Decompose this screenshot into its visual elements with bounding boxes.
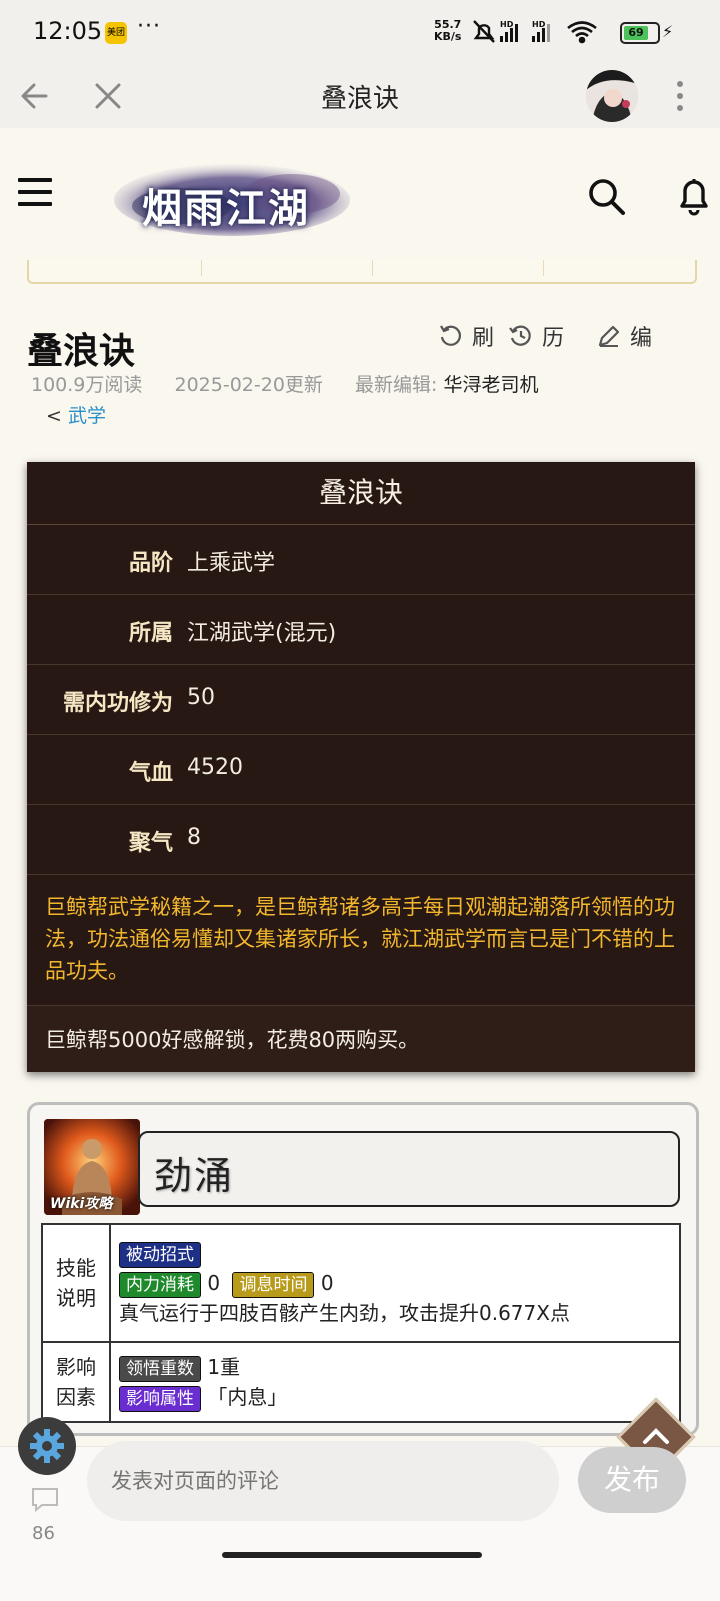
- menu-icon[interactable]: [18, 178, 52, 208]
- mute-bell-icon: [473, 20, 495, 43]
- infobox-row: 所属 江湖武学(混元): [27, 595, 695, 665]
- refresh-button[interactable]: 刷: [438, 320, 494, 352]
- user-avatar[interactable]: [586, 70, 638, 122]
- status-icons: HD HD: [473, 20, 597, 44]
- infobox-row: 需内功修为 50: [27, 665, 695, 735]
- svg-text:HD: HD: [500, 20, 514, 29]
- skill-icon: Wiki攻略: [44, 1119, 140, 1215]
- breadcrumb-prefix: <: [46, 405, 62, 427]
- tag-cooldown: 调息时间: [232, 1271, 315, 1298]
- signal-hd-icon: HD: [500, 20, 518, 42]
- notification-bell-icon[interactable]: [674, 174, 714, 218]
- infobox-unlock-note: 巨鲸帮5000好感解锁，花费80两购买。: [27, 1006, 695, 1072]
- battery-level: 69: [624, 26, 648, 40]
- updated-date: 2025-02-20更新: [174, 374, 323, 396]
- refresh-icon: [440, 325, 462, 346]
- svg-text:HD: HD: [532, 20, 546, 29]
- infobox-label: 气血: [128, 761, 173, 786]
- infobox-value: 50: [187, 685, 215, 710]
- status-time: 12:05: [33, 17, 103, 45]
- charging-icon: ⚡: [662, 22, 674, 41]
- comment-count: 86: [32, 1523, 55, 1544]
- edit-pencil-icon: [598, 325, 620, 347]
- skill-name-box: 劲涌: [138, 1131, 680, 1207]
- skill-factor-label: 影响因素: [41, 1341, 111, 1423]
- status-bar: 12:05 美团 ··· 55.7 KB/s HD HD 69 ⚡: [0, 0, 720, 64]
- table-row: 技能说明 被动招式 内力消耗 0 调息时间 0 真气运行于四肢百骸产生内劲，攻击…: [41, 1223, 681, 1343]
- publish-button[interactable]: 发布: [578, 1447, 686, 1513]
- infobox-label: 所属: [128, 621, 173, 646]
- skill-name: 劲涌: [154, 1154, 235, 1198]
- comment-bar: 86 发布: [0, 1397, 720, 1601]
- infobox-value: 8: [187, 825, 201, 850]
- skill-factor-label-text: 影响因素: [56, 1355, 96, 1409]
- meituan-app-icon: 美团: [105, 22, 127, 44]
- page-meta: 100.9万阅读 2025-02-20更新 最新编辑: 华浔老司机: [31, 370, 538, 397]
- skill-effect: 真气运行于四肢百骸产生内劲，攻击提升0.677X点: [119, 1301, 570, 1325]
- tag-mana-cost: 内力消耗: [119, 1271, 201, 1298]
- tag-attribute: 影响属性: [119, 1385, 201, 1412]
- search-icon[interactable]: [586, 176, 626, 216]
- settings-gear-button[interactable]: [18, 1417, 76, 1475]
- infobox-row: 品阶 上乘武学: [27, 525, 695, 595]
- breadcrumb: < 武学: [46, 401, 106, 428]
- breadcrumb-link[interactable]: 武学: [68, 405, 106, 427]
- network-speed: 55.7 KB/s: [434, 19, 461, 43]
- editor-label: 最新编辑:: [355, 374, 438, 396]
- edit-label: 编: [630, 326, 653, 351]
- refresh-label: 刷: [472, 326, 495, 351]
- infobox-label: 聚气: [128, 831, 173, 856]
- cooldown-value: 0: [320, 1271, 334, 1295]
- edit-button[interactable]: 编: [596, 320, 652, 352]
- attribute-value: 「内息」: [207, 1385, 288, 1409]
- gear-icon: [30, 1429, 64, 1463]
- skill-desc-label: 技能说明: [41, 1223, 111, 1343]
- tag-passive: 被动招式: [119, 1241, 201, 1268]
- skill-card: Wiki攻略 劲涌 技能说明 被动招式 内力消耗 0 调息时间 0 真气运行于四…: [27, 1102, 699, 1436]
- battery-icon: 69 ⚡: [620, 22, 673, 44]
- status-more-indicator: ···: [137, 14, 161, 39]
- levels-value: 1重: [207, 1355, 241, 1379]
- logo-text: 烟雨江湖: [142, 185, 310, 232]
- infobox-row: 气血 4520: [27, 735, 695, 805]
- infobox-title: 叠浪诀: [27, 462, 695, 525]
- infobox-row: 聚气 8: [27, 805, 695, 875]
- nav-tabs-strip: [27, 260, 697, 284]
- page-title: 叠浪诀: [27, 331, 136, 372]
- history-label: 历: [542, 326, 565, 351]
- skill-desc-value: 被动招式 内力消耗 0 调息时间 0 真气运行于四肢百骸产生内劲，攻击提升0.6…: [109, 1223, 681, 1343]
- infobox: 叠浪诀 品阶 上乘武学 所属 江湖武学(混元) 需内功修为 50 气血 4520…: [27, 462, 695, 1072]
- skill-table: 技能说明 被动招式 内力消耗 0 调息时间 0 真气运行于四肢百骸产生内劲，攻击…: [41, 1223, 681, 1423]
- infobox-value: 上乘武学: [187, 551, 276, 576]
- infobox-label: 需内功修为: [62, 691, 173, 716]
- table-row: 影响因素 领悟重数 1重 影响属性 「内息」: [41, 1341, 681, 1423]
- comment-icon[interactable]: [30, 1485, 60, 1513]
- editor-name[interactable]: 华浔老司机: [443, 374, 538, 396]
- site-header: 烟雨江湖: [0, 128, 720, 260]
- wifi-icon: [567, 21, 597, 44]
- tag-levels: 领悟重数: [119, 1355, 201, 1382]
- infobox-value: 4520: [187, 755, 243, 780]
- more-options-icon[interactable]: [668, 76, 692, 116]
- history-icon: [509, 325, 531, 346]
- history-button[interactable]: 历: [508, 320, 564, 352]
- comment-input[interactable]: [87, 1441, 559, 1521]
- view-count: 100.9万阅读: [31, 374, 143, 396]
- mana-cost-value: 0: [207, 1271, 221, 1295]
- infobox-description: 巨鲸帮武学秘籍之一，是巨鲸帮诸多高手每日观潮起潮落所领悟的功法，功法通俗易懂却又…: [27, 875, 695, 1006]
- network-speed-unit: KB/s: [434, 30, 462, 43]
- signal-hd-icon-2: HD: [532, 20, 550, 42]
- infobox-label: 品阶: [128, 551, 173, 576]
- skill-desc-label-text: 技能说明: [56, 1256, 96, 1310]
- home-indicator[interactable]: [222, 1552, 482, 1558]
- infobox-value: 江湖武学(混元): [187, 621, 337, 646]
- browser-top-bar: 叠浪诀: [0, 64, 720, 129]
- skill-icon-caption: Wiki攻略: [50, 1196, 113, 1212]
- skill-factor-value: 领悟重数 1重 影响属性 「内息」: [109, 1341, 681, 1423]
- site-logo[interactable]: 烟雨江湖: [112, 158, 352, 238]
